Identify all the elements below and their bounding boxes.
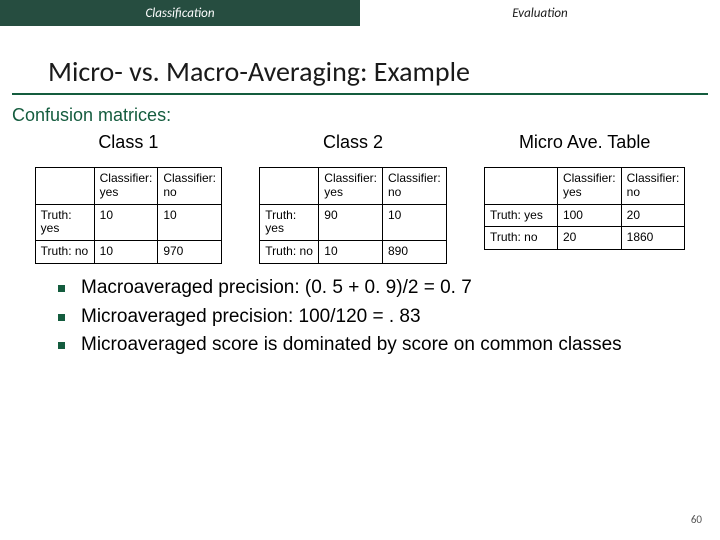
table-title: Class 1 [98, 132, 158, 153]
topbar: Classification Evaluation [0, 0, 720, 26]
square-bullet-icon [58, 285, 65, 292]
col-header: Classifier: yes [94, 168, 158, 205]
row-header: Truth: yes [260, 204, 319, 241]
cell: 90 [319, 204, 383, 241]
list-item: Microaveraged score is dominated by scor… [58, 333, 688, 358]
confusion-table: Classifier: yes Classifier: no Truth: ye… [484, 167, 685, 250]
col-header: Classifier: no [158, 168, 222, 205]
table-corner [484, 168, 557, 205]
square-bullet-icon [58, 314, 65, 321]
table-title: Micro Ave. Table [519, 132, 650, 153]
page-number: 60 [691, 513, 702, 526]
title-underline [12, 93, 708, 95]
row-header: Truth: no [35, 241, 94, 264]
cell: 100 [557, 204, 621, 227]
row-header: Truth: yes [35, 204, 94, 241]
slide-title: Micro- vs. Macro-Averaging: Example [48, 54, 720, 89]
bullet-list: Macroaveraged precision: (0. 5 + 0. 9)/2… [58, 276, 688, 358]
row-header: Truth: yes [484, 204, 557, 227]
cell: 20 [621, 204, 685, 227]
table-corner [35, 168, 94, 205]
row-header: Truth: no [484, 227, 557, 250]
cell: 20 [557, 227, 621, 250]
confusion-table: Classifier: yes Classifier: no Truth: ye… [259, 167, 446, 264]
topbar-tab-inactive: Evaluation [360, 0, 720, 26]
bullet-text: Macroaveraged precision: (0. 5 + 0. 9)/2… [81, 276, 472, 301]
list-item: Microaveraged precision: 100/120 = . 83 [58, 305, 688, 330]
square-bullet-icon [58, 342, 65, 349]
table-block-class2: Class 2 Classifier: yes Classifier: no T… [259, 132, 446, 264]
table-title: Class 2 [323, 132, 383, 153]
subhead: Confusion matrices: [12, 105, 720, 126]
cell: 1860 [621, 227, 685, 250]
cell: 10 [158, 204, 222, 241]
table-block-micro: Micro Ave. Table Classifier: yes Classif… [484, 132, 685, 250]
topbar-tab-active: Classification [0, 0, 360, 26]
table-corner [260, 168, 319, 205]
col-header: Classifier: no [382, 168, 446, 205]
tables-row: Class 1 Classifier: yes Classifier: no T… [16, 132, 704, 264]
confusion-table: Classifier: yes Classifier: no Truth: ye… [35, 167, 222, 264]
col-header: Classifier: no [621, 168, 685, 205]
cell: 970 [158, 241, 222, 264]
bullet-text: Microaveraged precision: 100/120 = . 83 [81, 305, 421, 330]
cell: 890 [382, 241, 446, 264]
cell: 10 [319, 241, 383, 264]
col-header: Classifier: yes [319, 168, 383, 205]
bullet-text: Microaveraged score is dominated by scor… [81, 333, 622, 358]
col-header: Classifier: yes [557, 168, 621, 205]
list-item: Macroaveraged precision: (0. 5 + 0. 9)/2… [58, 276, 688, 301]
table-block-class1: Class 1 Classifier: yes Classifier: no T… [35, 132, 222, 264]
cell: 10 [94, 204, 158, 241]
row-header: Truth: no [260, 241, 319, 264]
cell: 10 [382, 204, 446, 241]
cell: 10 [94, 241, 158, 264]
